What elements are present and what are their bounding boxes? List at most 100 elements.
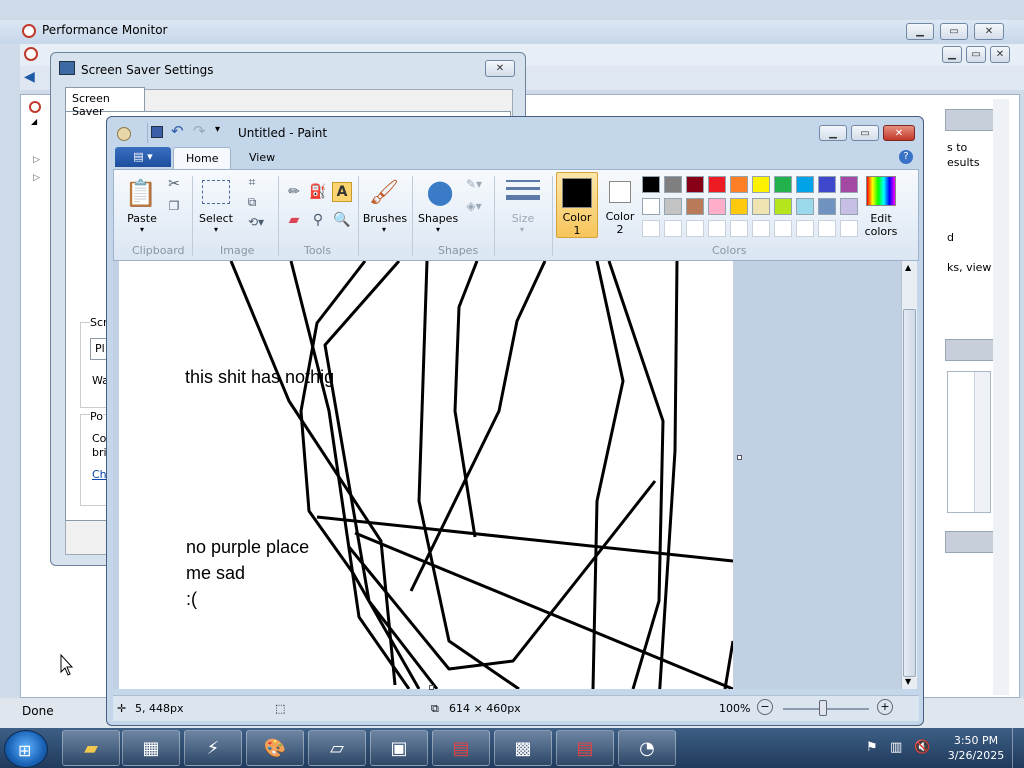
taskbar-explorer-button[interactable]: ▰	[62, 730, 120, 766]
perfmon-inner-minimize-button[interactable]: ▁	[942, 46, 962, 63]
palette-color-swatch[interactable]	[818, 176, 836, 193]
palette-color-swatch[interactable]	[708, 198, 726, 215]
shapes-label[interactable]: Shapes	[418, 212, 458, 225]
taskbar-window-button[interactable]: ▱	[308, 730, 366, 766]
taskbar-remote-button[interactable]: ▩	[494, 730, 552, 766]
palette-color-swatch[interactable]	[774, 176, 792, 193]
cut-icon[interactable]: ✂	[166, 176, 182, 192]
palette-color-swatch[interactable]	[730, 176, 748, 193]
tab-screen-saver[interactable]: Screen Saver	[65, 87, 145, 118]
color2-button[interactable]: Color 2	[600, 172, 642, 238]
paint-app-icon[interactable]	[117, 127, 131, 141]
zoom-out-button[interactable]: −	[757, 699, 773, 715]
drawing-canvas[interactable]: this shit has nothig no purple place me …	[119, 261, 733, 689]
palette-color-swatch[interactable]	[686, 198, 704, 215]
eraser-icon[interactable]: ▰	[284, 210, 304, 230]
taskbar-screensaver-button[interactable]: ▣	[370, 730, 428, 766]
taskbar-paint-button[interactable]: 🎨	[246, 730, 304, 766]
palette-color-swatch[interactable]	[818, 198, 836, 215]
select-dropdown-icon[interactable]: ▾	[206, 225, 226, 234]
redo-icon[interactable]: ↷	[193, 122, 206, 140]
text-tool-icon[interactable]: A	[332, 182, 352, 202]
perfmon-section-bar-3[interactable]	[945, 531, 997, 553]
taskbar-network-button[interactable]: ⚡	[184, 730, 242, 766]
paint-menu-button[interactable]: ▤ ▾	[115, 147, 171, 167]
canvas-vertical-scrollbar[interactable]: ▲ ▼	[901, 261, 917, 689]
palette-custom-slot[interactable]	[796, 220, 814, 237]
paint-close-button[interactable]: ✕	[883, 125, 915, 141]
palette-color-swatch[interactable]	[708, 176, 726, 193]
tab-view[interactable]: View	[237, 147, 287, 169]
palette-custom-slot[interactable]	[664, 220, 682, 237]
taskbar-perfmon-button[interactable]: ◔	[618, 730, 676, 766]
tab-home[interactable]: Home	[173, 147, 232, 169]
tree-collapse-icon-2[interactable]: ▷	[33, 173, 40, 183]
palette-custom-slot[interactable]	[686, 220, 704, 237]
back-arrow-icon[interactable]: ◀	[24, 69, 35, 85]
palette-color-swatch[interactable]	[664, 176, 682, 193]
brushes-icon[interactable]: 🖌	[368, 176, 400, 208]
paint-minimize-button[interactable]: ▁	[819, 125, 847, 141]
palette-color-swatch[interactable]	[730, 198, 748, 215]
palette-color-swatch[interactable]	[642, 198, 660, 215]
palette-color-swatch[interactable]	[642, 176, 660, 193]
palette-custom-slot[interactable]	[708, 220, 726, 237]
perfmon-scrollbar[interactable]	[993, 99, 1009, 695]
brushes-label[interactable]: Brushes	[362, 212, 408, 225]
palette-color-swatch[interactable]	[752, 176, 770, 193]
system-clock[interactable]: 3:50 PM 3/26/2025	[946, 733, 1006, 763]
resize-icon[interactable]: ⧉	[244, 194, 260, 210]
palette-custom-slot[interactable]	[774, 220, 792, 237]
color1-button[interactable]: Color 1	[556, 172, 598, 238]
scrollbar-thumb[interactable]	[903, 309, 916, 677]
zoom-in-button[interactable]: +	[877, 699, 893, 715]
tree-collapse-icon[interactable]: ▷	[33, 155, 40, 165]
palette-color-swatch[interactable]	[774, 198, 792, 215]
palette-custom-slot[interactable]	[730, 220, 748, 237]
palette-color-swatch[interactable]	[840, 198, 858, 215]
perfmon-minimize-button[interactable]: ▁	[906, 23, 934, 40]
perfmon-section-bar-2[interactable]	[945, 339, 997, 361]
palette-color-swatch[interactable]	[796, 198, 814, 215]
palette-color-swatch[interactable]	[686, 176, 704, 193]
perfmon-maximize-button[interactable]: ▭	[940, 23, 968, 40]
perfmon-listbox[interactable]	[947, 371, 991, 513]
rotate-icon[interactable]: ⟲▾	[244, 214, 268, 230]
select-label[interactable]: Select	[196, 212, 236, 225]
fill-icon[interactable]: ⛽	[308, 182, 328, 202]
paste-dropdown-icon[interactable]: ▾	[132, 225, 152, 234]
palette-color-swatch[interactable]	[664, 198, 682, 215]
perfmon-inner-restore-button[interactable]: ▭	[966, 46, 986, 63]
perfmon-section-bar-1[interactable]	[945, 109, 997, 131]
palette-custom-slot[interactable]	[818, 220, 836, 237]
pencil-icon[interactable]: ✏	[284, 182, 304, 202]
canvas-resize-handle-right[interactable]	[737, 455, 742, 460]
taskbar-toolbox-button-2[interactable]: ▤	[556, 730, 614, 766]
perfmon-listbox-scrollbar[interactable]	[974, 372, 990, 512]
select-icon[interactable]	[202, 180, 230, 204]
shapes-icon[interactable]: ⬤	[424, 176, 456, 208]
paint-maximize-button[interactable]: ▭	[851, 125, 879, 141]
help-icon[interactable]: ?	[899, 150, 913, 164]
palette-color-swatch[interactable]	[840, 176, 858, 193]
perfmon-close-button[interactable]: ✕	[974, 23, 1004, 40]
palette-color-swatch[interactable]	[796, 176, 814, 193]
start-button[interactable]: ⊞	[4, 730, 48, 768]
zoom-slider-thumb[interactable]	[819, 700, 827, 716]
brushes-dropdown-icon[interactable]: ▾	[374, 225, 394, 234]
screen-saver-close-button[interactable]: ✕	[485, 60, 515, 77]
color-picker-icon[interactable]: ⚲	[308, 210, 328, 230]
qat-customize-icon[interactable]: ▾	[215, 124, 220, 135]
shapes-dropdown-icon[interactable]: ▾	[428, 225, 448, 234]
perfmon-inner-close-button[interactable]: ✕	[990, 46, 1010, 63]
scroll-down-icon[interactable]: ▼	[905, 677, 911, 686]
change-power-link[interactable]: Ch	[92, 468, 107, 481]
save-icon[interactable]	[151, 126, 163, 138]
magnifier-icon[interactable]: 🔍	[332, 210, 352, 230]
palette-custom-slot[interactable]	[752, 220, 770, 237]
palette-custom-slot[interactable]	[840, 220, 858, 237]
edit-colors-icon[interactable]	[866, 176, 896, 206]
action-center-flag-icon[interactable]: ⚑	[866, 740, 878, 755]
edit-colors-label-1[interactable]: Edit	[858, 212, 904, 225]
scroll-up-icon[interactable]: ▲	[905, 263, 911, 272]
